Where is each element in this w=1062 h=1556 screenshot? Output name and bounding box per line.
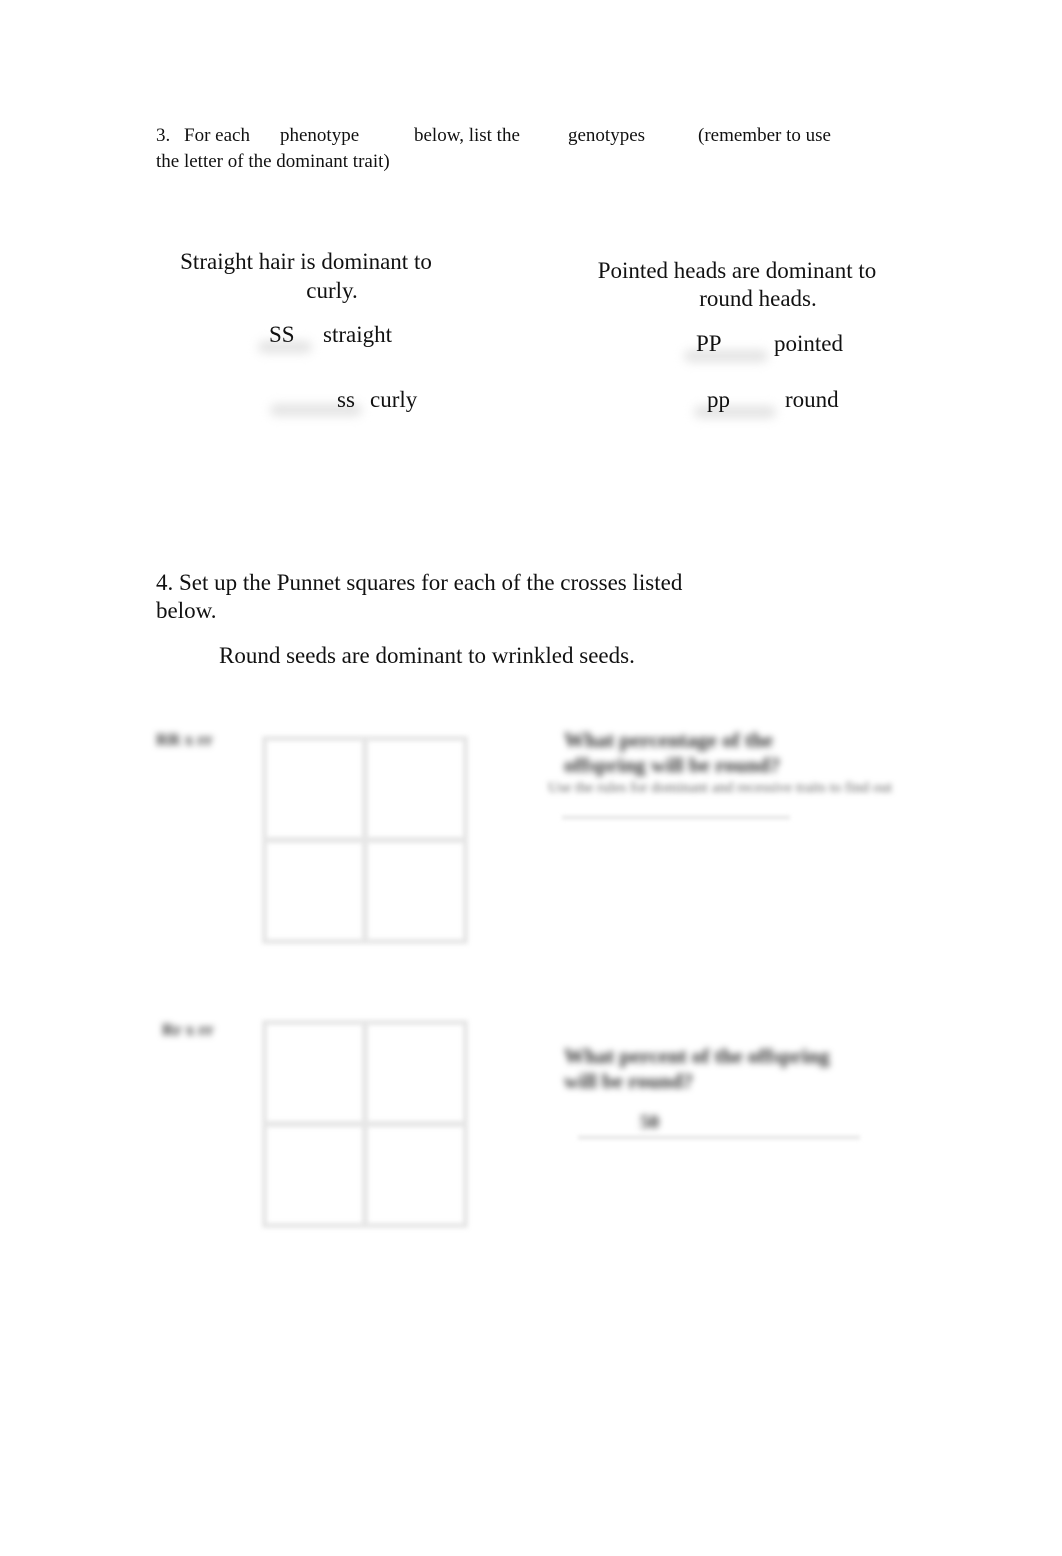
question-number: 3.	[156, 125, 171, 146]
genotype: ss	[337, 387, 355, 412]
answer-line	[562, 816, 790, 819]
question-text-part: genotypes	[568, 125, 646, 146]
question-line-1: What percent of the offspring	[564, 1044, 830, 1068]
genotype: PP	[696, 331, 722, 356]
question-text-part: (remember to use	[698, 125, 831, 146]
phenotype: straight	[323, 322, 392, 347]
trait-title-line-2: round heads.	[699, 286, 817, 311]
phenotype: pointed	[774, 331, 843, 356]
question-line-1: What percentage of the	[564, 728, 773, 752]
phenotype: curly	[370, 387, 418, 412]
question-4-line-2: below.	[156, 598, 217, 623]
question-note: Use the rules for dominant and recessive…	[548, 780, 893, 796]
question-3-line-1: 3. For each phenotype below, list the ge…	[156, 123, 876, 149]
question-line-2: offspring will be round?	[564, 753, 781, 777]
answer-value: 50	[640, 1112, 659, 1133]
question-text-part: phenotype	[280, 125, 360, 146]
phenotype: round	[785, 387, 839, 412]
genotype: SS	[269, 322, 295, 347]
punnett-divider-horizontal	[262, 1121, 468, 1127]
punnett-square	[262, 1020, 468, 1228]
question-4-subtitle: Round seeds are dominant to wrinkled see…	[219, 643, 635, 668]
trait-title-line-1: Straight hair is dominant to	[180, 249, 432, 274]
cross-label: Rr x rr	[162, 1020, 214, 1039]
punnett-square	[262, 736, 468, 944]
answer-line	[578, 1136, 860, 1139]
trait-title-line-1: Pointed heads are dominant to	[597, 258, 877, 283]
punnett-divider-horizontal	[262, 837, 468, 843]
question-4-line-1: 4. Set up the Punnet squares for each of…	[156, 570, 683, 595]
question-text-part: below, list the	[414, 125, 520, 146]
question-3-line-2: the letter of the dominant trait)	[156, 151, 390, 172]
cross-label: RR x rr	[156, 730, 213, 749]
genotype: pp	[707, 387, 730, 412]
question-line-2: will be round?	[564, 1069, 694, 1093]
question-text-part: For each	[184, 125, 250, 146]
trait-title-line-2: curly.	[306, 278, 358, 303]
